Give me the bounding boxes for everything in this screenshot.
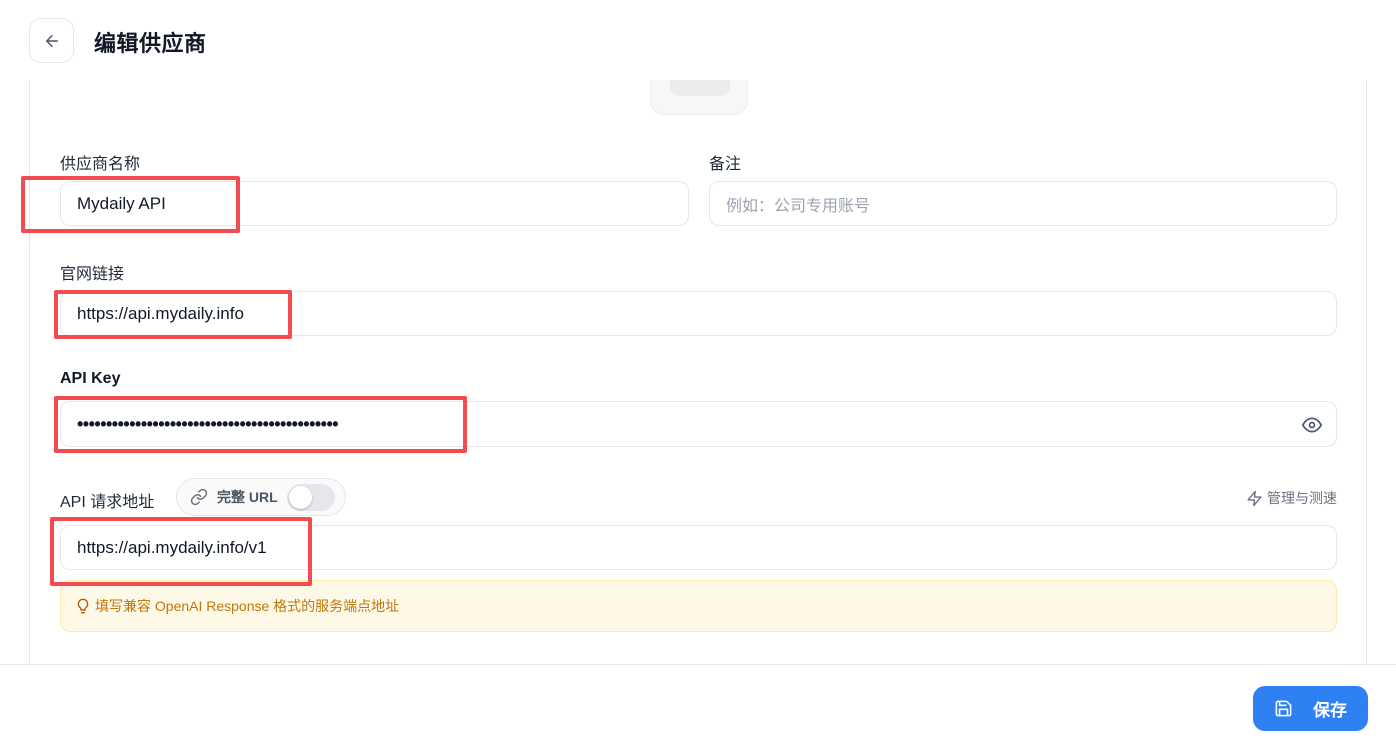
- provider-icon-placeholder: [670, 80, 730, 96]
- manage-speedtest-label: 管理与测速: [1267, 490, 1337, 506]
- form-card: [29, 80, 1367, 664]
- provider-icon-picker[interactable]: [650, 80, 748, 115]
- full-url-label: 完整 URL: [217, 489, 278, 505]
- save-icon: [1275, 700, 1292, 717]
- link-icon: [190, 488, 208, 506]
- manage-speedtest-link[interactable]: 管理与测速: [1246, 488, 1337, 508]
- full-url-switch[interactable]: [287, 484, 335, 511]
- back-button[interactable]: [29, 18, 74, 63]
- provider-name-value: Mydaily API: [77, 193, 166, 213]
- note-label: 备注: [709, 156, 742, 173]
- full-url-toggle[interactable]: 完整 URL: [176, 478, 346, 516]
- page-title: 编辑供应商: [94, 31, 207, 56]
- switch-knob: [289, 486, 312, 509]
- arrow-left-icon: [45, 34, 58, 47]
- save-label: 保存: [1313, 701, 1347, 720]
- website-label: 官网链接: [60, 266, 125, 283]
- provider-name-input[interactable]: Mydaily API: [60, 181, 689, 226]
- endpoint-input[interactable]: https://api.mydaily.info/v1: [60, 525, 1337, 570]
- page-footer: 保存: [0, 664, 1396, 750]
- provider-name-label: 供应商名称: [60, 156, 141, 173]
- endpoint-hint: 填写兼容 OpenAI Response 格式的服务端点地址: [60, 580, 1337, 632]
- endpoint-label: API 请求地址: [60, 494, 155, 511]
- page-header: 编辑供应商: [0, 0, 1396, 80]
- api-key-label: API Key: [60, 370, 121, 387]
- lightbulb-icon: [77, 598, 89, 614]
- eye-icon[interactable]: [1302, 415, 1322, 435]
- note-input[interactable]: 例如：公司专用账号: [709, 181, 1337, 226]
- website-input[interactable]: https://api.mydaily.info: [60, 291, 1337, 336]
- api-key-value: ••••••••••••••••••••••••••••••••••••••••…: [77, 413, 339, 434]
- zap-icon: [1247, 490, 1262, 506]
- note-placeholder: 例如：公司专用账号: [726, 197, 871, 215]
- website-value: https://api.mydaily.info: [77, 303, 244, 323]
- save-button[interactable]: 保存: [1253, 686, 1368, 731]
- endpoint-value: https://api.mydaily.info/v1: [77, 537, 267, 557]
- api-key-input[interactable]: ••••••••••••••••••••••••••••••••••••••••…: [60, 401, 1337, 447]
- endpoint-hint-text: 填写兼容 OpenAI Response 格式的服务端点地址: [95, 598, 400, 614]
